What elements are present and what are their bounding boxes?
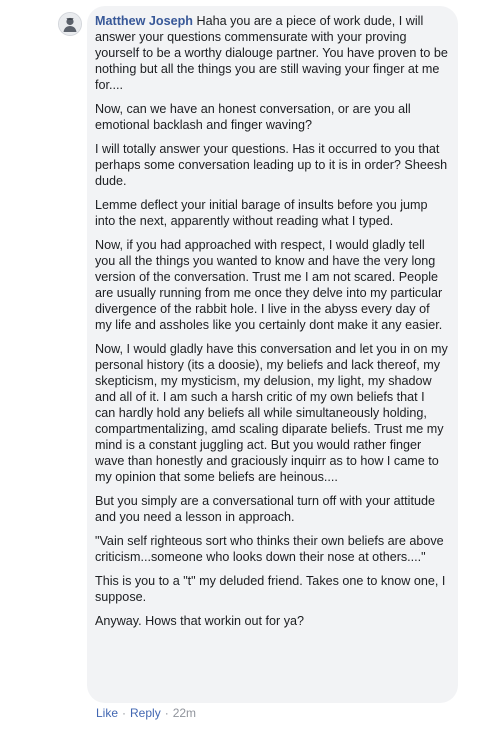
- comment-paragraph: Lemme deflect your initial barage of ins…: [95, 198, 428, 228]
- comment-bubble: Matthew Joseph Haha you are a piece of w…: [87, 6, 458, 703]
- comment-author[interactable]: Matthew Joseph: [95, 14, 193, 28]
- comment-paragraph: Anyway. Hows that workin out for ya?: [95, 614, 305, 628]
- separator-dot: ·: [164, 706, 169, 720]
- comment-paragraph: But you simply are a conversational turn…: [95, 494, 435, 524]
- comment-paragraph: This is you to a "t" my deluded friend. …: [95, 574, 446, 604]
- avatar-icon: [59, 13, 81, 35]
- avatar[interactable]: [58, 12, 82, 36]
- comment-paragraph: Now, can we have an honest conversation,…: [95, 102, 411, 132]
- separator-dot: ·: [122, 706, 127, 720]
- like-link[interactable]: Like: [96, 706, 118, 720]
- comment-paragraph: Now, if you had approached with respect,…: [95, 238, 443, 332]
- comment-paragraph: I will totally answer your questions. Ha…: [95, 142, 448, 188]
- comment-actions: Like · Reply · 22m: [96, 706, 196, 720]
- comment: Matthew Joseph Haha you are a piece of w…: [0, 0, 497, 736]
- comment-timestamp[interactable]: 22m: [173, 706, 196, 720]
- comment-paragraph: Matthew Joseph Haha you are a piece of w…: [95, 13, 448, 93]
- comment-paragraph: Now, I would gladly have this conversati…: [95, 342, 448, 484]
- reply-link[interactable]: Reply: [130, 706, 161, 720]
- comment-paragraph: "Vain self righteous sort who thinks the…: [95, 534, 444, 564]
